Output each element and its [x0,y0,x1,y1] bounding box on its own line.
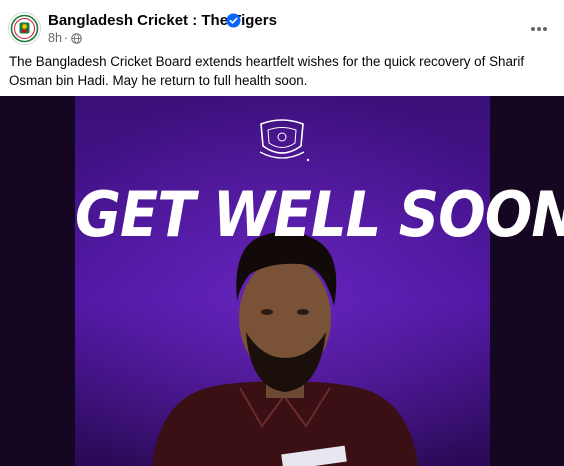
get-well-soon-graphic [0,96,564,466]
page-name[interactable]: Bangladesh Cricket : The Tigers [48,12,277,30]
post-caption: The Bangladesh Cricket Board extends hea… [9,54,525,88]
bcb-logo-icon [10,14,39,43]
headline-text: GET WELL SOON [75,179,564,252]
page-avatar[interactable] [8,12,41,45]
globe-icon[interactable] [71,33,82,44]
verified-badge-icon [226,13,241,28]
post-time[interactable]: 8h [48,31,62,46]
more-options-icon [531,27,547,31]
more-options-button[interactable] [524,14,554,44]
post-header: Bangladesh Cricket : The Tigers 8h · The… [0,0,564,96]
post-image[interactable]: GET WELL SOON [0,96,564,466]
post-meta: 8h · [48,31,82,46]
meta-separator: · [63,31,69,45]
